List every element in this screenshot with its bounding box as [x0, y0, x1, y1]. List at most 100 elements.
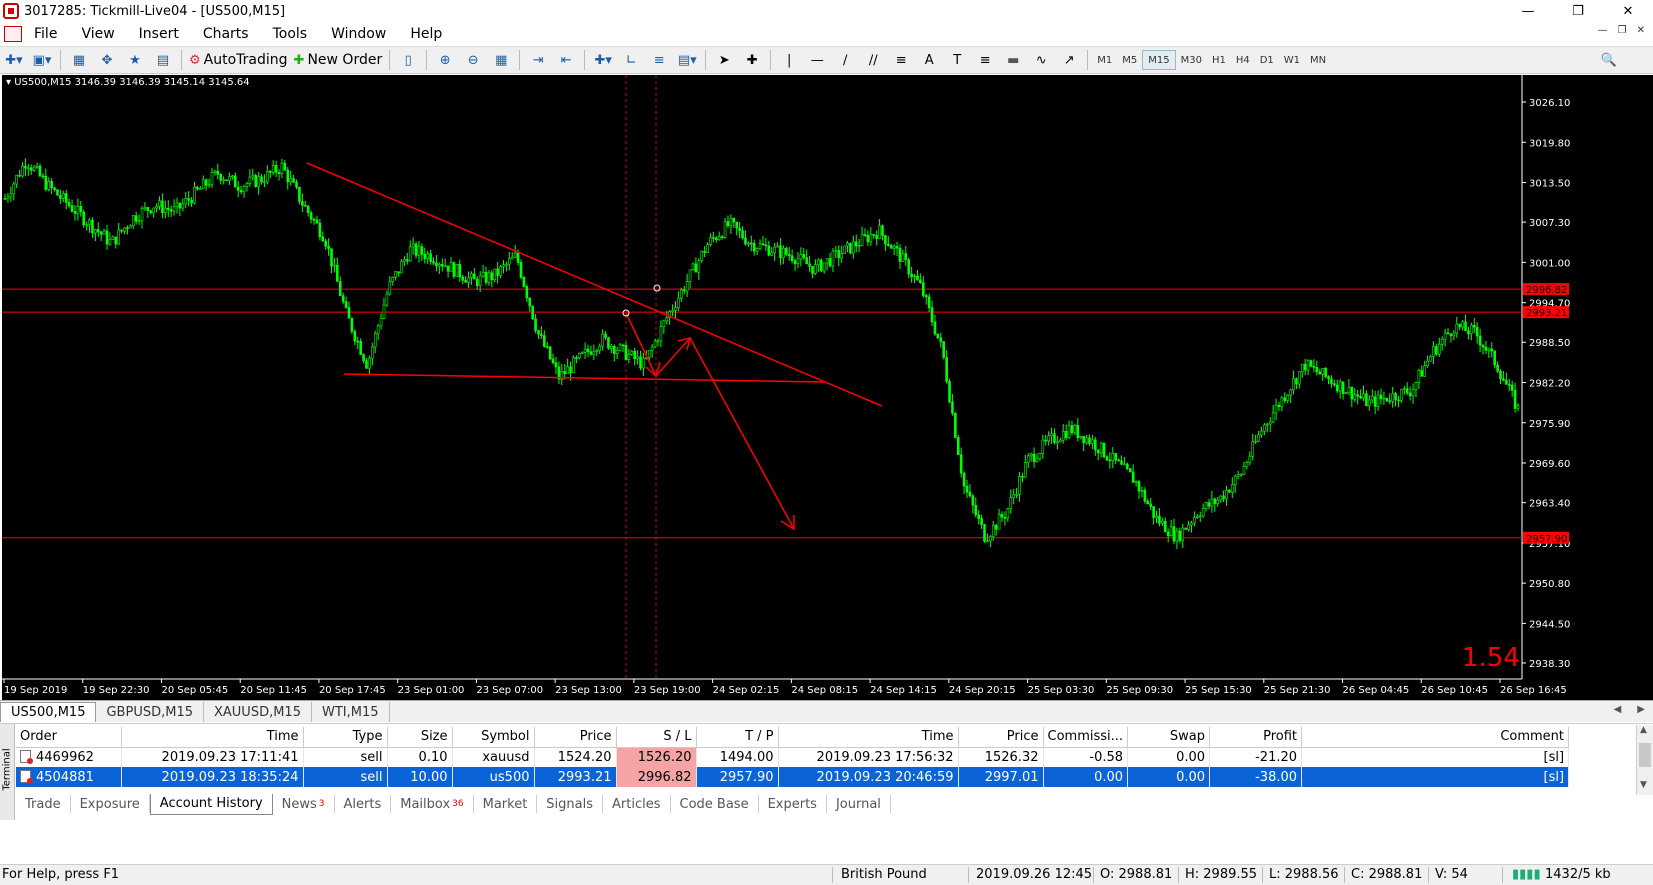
mdi-close-icon[interactable]: ✕	[1637, 25, 1645, 36]
horizontal-line-icon[interactable]: —	[806, 49, 828, 71]
restore-icon[interactable]: ❐	[1553, 0, 1603, 22]
minimize-icon[interactable]: —	[1503, 0, 1553, 22]
candle-body	[1187, 524, 1190, 530]
zoom-in-icon[interactable]: ⊕	[434, 49, 456, 71]
chart-tab-xauusd[interactable]: XAUUSD,M15	[204, 702, 312, 722]
auto-scroll-icon[interactable]: ⇥	[527, 49, 549, 71]
equidistant-channel-icon[interactable]: ∕∕	[862, 49, 884, 71]
col-comment[interactable]: Comment	[1301, 727, 1570, 748]
close-icon[interactable]: ✕	[1603, 0, 1653, 22]
tab-exposure[interactable]: Exposure	[71, 795, 150, 813]
col-close-time[interactable]: Time	[778, 727, 959, 748]
candle-body	[1000, 514, 1004, 518]
new-order-button[interactable]: ✚ New Order	[294, 49, 383, 71]
indicators-icon[interactable]: ✚▾	[592, 49, 614, 71]
candle-body	[394, 271, 397, 278]
menu-view[interactable]: View	[69, 26, 126, 42]
wave-icon[interactable]: ∿	[1030, 49, 1052, 71]
mdi-minimize-icon[interactable]: —	[1598, 25, 1608, 36]
menu-insert[interactable]: Insert	[127, 26, 191, 42]
chart-tab-us500[interactable]: US500,M15	[0, 702, 97, 722]
col-tp[interactable]: T / P	[696, 727, 779, 748]
tab-trade[interactable]: Trade	[16, 795, 71, 813]
chart-tab-gbpusd[interactable]: GBPUSD,M15	[96, 702, 204, 722]
timeframe-d1[interactable]: D1	[1255, 50, 1279, 70]
col-swap[interactable]: Swap	[1127, 727, 1211, 748]
fibonacci-icon[interactable]: ≡	[890, 49, 912, 71]
chart-templates-icon[interactable]: ▤▾	[676, 49, 698, 71]
menu-help[interactable]: Help	[398, 26, 454, 42]
scroll-thumb[interactable]	[1639, 743, 1651, 767]
candlestick-icon[interactable]: ▯	[397, 49, 419, 71]
arrows-icon[interactable]: ↗	[1058, 49, 1080, 71]
tab-experts[interactable]: Experts	[759, 795, 827, 813]
col-symbol[interactable]: Symbol	[452, 727, 535, 748]
tab-alerts[interactable]: Alerts	[335, 795, 392, 813]
mdi-restore-icon[interactable]: ❐	[1618, 25, 1627, 36]
text-icon[interactable]: A	[918, 49, 940, 71]
profiles-icon[interactable]: ▣▾	[31, 49, 53, 71]
fibo-fan-icon[interactable]: ≡	[974, 49, 996, 71]
new-chart-icon[interactable]: ✚▾	[3, 49, 25, 71]
templates-icon[interactable]: ≡	[648, 49, 670, 71]
tabs-left-icon[interactable]: ◀	[1614, 704, 1622, 715]
chart-shift-icon[interactable]: ⇤	[555, 49, 577, 71]
timeframe-w1[interactable]: W1	[1279, 50, 1305, 70]
col-sl[interactable]: S / L	[616, 727, 697, 748]
col-commission[interactable]: Commissi...	[1043, 727, 1129, 748]
cursor-icon[interactable]: ➤	[713, 49, 735, 71]
rectangle-icon[interactable]: ▬	[1002, 49, 1024, 71]
autotrading-button[interactable]: ⚙ AutoTrading	[189, 49, 288, 71]
terminal-toggle-icon[interactable]: ▤	[152, 49, 174, 71]
col-open-time[interactable]: Time	[121, 727, 304, 748]
table-scrollbar[interactable]: ▲ ▼	[1636, 725, 1653, 795]
tab-news[interactable]: News 3	[273, 795, 335, 813]
col-type[interactable]: Type	[303, 727, 388, 748]
timeframe-m5[interactable]: M5	[1117, 50, 1142, 70]
table-row-selected[interactable]: 4504881 2019.09.23 18:35:24 sell 10.00 u…	[16, 767, 1570, 787]
favorites-icon[interactable]: ★	[124, 49, 146, 71]
timeframe-m15[interactable]: M15	[1142, 50, 1176, 70]
col-open-price[interactable]: Price	[534, 727, 617, 748]
menu-charts[interactable]: Charts	[191, 26, 261, 42]
col-size[interactable]: Size	[387, 727, 453, 748]
tile-windows-icon[interactable]: ▦	[490, 49, 512, 71]
col-close-price[interactable]: Price	[958, 727, 1044, 748]
timeframe-mn[interactable]: MN	[1305, 50, 1331, 70]
timeframe-h4[interactable]: H4	[1231, 50, 1255, 70]
timeframe-h1[interactable]: H1	[1207, 50, 1231, 70]
tabs-right-icon[interactable]: ▶	[1637, 704, 1645, 715]
open-time-cell: 2019.09.23 18:35:24	[121, 767, 304, 787]
menu-file[interactable]: File	[22, 26, 69, 42]
chart-tab-wti[interactable]: WTI,M15	[312, 702, 390, 722]
col-profit[interactable]: Profit	[1209, 727, 1303, 748]
chart-window-icon[interactable]	[4, 26, 22, 42]
table-row[interactable]: 4469962 2019.09.23 17:11:41 sell 0.10 xa…	[16, 747, 1570, 767]
tab-code-base[interactable]: Code Base	[671, 795, 759, 813]
navigator-icon[interactable]: ✥	[96, 49, 118, 71]
vertical-line-icon[interactable]: |	[778, 49, 800, 71]
tab-articles[interactable]: Articles	[603, 795, 671, 813]
scroll-down-icon[interactable]: ▼	[1640, 780, 1647, 790]
col-order[interactable]: Order	[16, 727, 122, 748]
tab-account-history[interactable]: Account History	[149, 793, 273, 815]
menu-tools[interactable]: Tools	[261, 26, 320, 42]
zoom-out-icon[interactable]: ⊖	[462, 49, 484, 71]
candle-body	[88, 219, 91, 226]
crosshair-icon[interactable]: ✚	[741, 49, 763, 71]
timeframe-m1[interactable]: M1	[1092, 50, 1117, 70]
timeframe-m30[interactable]: M30	[1176, 50, 1207, 70]
tab-mailbox[interactable]: Mailbox 36	[391, 795, 474, 813]
search-icon[interactable]: 🔍	[1598, 49, 1620, 71]
chart-canvas[interactable]: 3026.103019.803013.503007.303001.002994.…	[2, 75, 1653, 700]
tab-signals[interactable]: Signals	[537, 795, 604, 813]
menu-window[interactable]: Window	[319, 26, 398, 42]
market-watch-icon[interactable]: ▦	[68, 49, 90, 71]
tab-journal[interactable]: Journal	[827, 795, 891, 813]
price-chart[interactable]: 3026.10 3019.80 3013.50 3007.30 3001.00 2994.…	[2, 75, 1653, 700]
text-label-icon[interactable]: T	[946, 49, 968, 71]
tab-market[interactable]: Market	[474, 795, 538, 813]
periods-icon[interactable]: ∟	[620, 49, 642, 71]
trendline-icon[interactable]: ∕	[834, 49, 856, 71]
scroll-up-icon[interactable]: ▲	[1640, 725, 1647, 735]
